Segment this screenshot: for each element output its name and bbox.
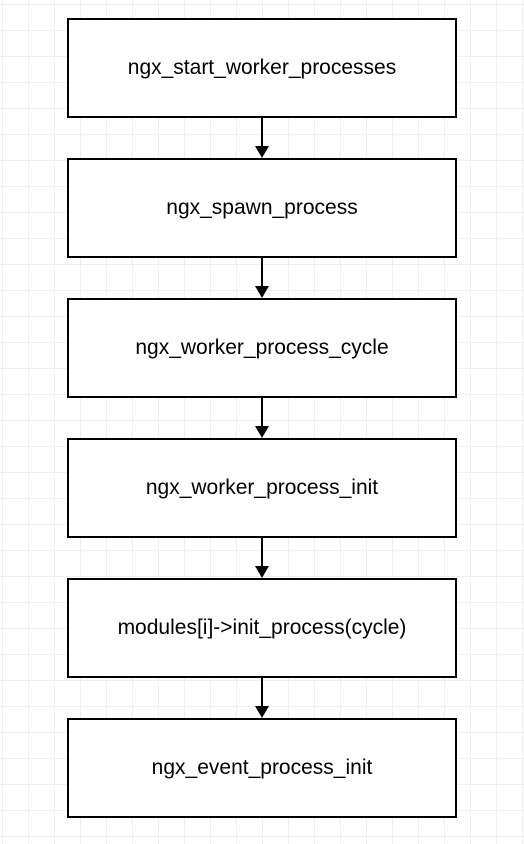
flow-node-label: ngx_start_worker_processes: [128, 56, 396, 80]
arrow-line: [261, 258, 263, 286]
flow-node-label: ngx_spawn_process: [166, 196, 357, 220]
flow-node-2: ngx_spawn_process: [67, 158, 457, 258]
flow-node-5: modules[i]->init_process(cycle): [67, 578, 457, 678]
flow-arrow-3: [252, 398, 272, 438]
flow-node-1: ngx_start_worker_processes: [67, 18, 457, 118]
flow-arrow-1: [252, 118, 272, 158]
arrow-head-icon: [255, 706, 269, 718]
flow-node-label: ngx_worker_process_cycle: [135, 336, 388, 360]
arrow-line: [261, 678, 263, 706]
flow-arrow-4: [252, 538, 272, 578]
flow-arrow-2: [252, 258, 272, 298]
flow-node-label: ngx_worker_process_init: [146, 476, 378, 500]
arrow-line: [261, 118, 263, 146]
flow-node-label: ngx_event_process_init: [152, 756, 373, 780]
flow-node-4: ngx_worker_process_init: [67, 438, 457, 538]
flow-node-3: ngx_worker_process_cycle: [67, 298, 457, 398]
flow-arrow-5: [252, 678, 272, 718]
flow-node-6: ngx_event_process_init: [67, 718, 457, 818]
arrow-head-icon: [255, 426, 269, 438]
flowchart-canvas: ngx_start_worker_processes ngx_spawn_pro…: [0, 0, 524, 844]
flow-node-label: modules[i]->init_process(cycle): [118, 616, 407, 640]
arrow-head-icon: [255, 286, 269, 298]
arrow-head-icon: [255, 146, 269, 158]
arrow-line: [261, 398, 263, 426]
arrow-head-icon: [255, 566, 269, 578]
arrow-line: [261, 538, 263, 566]
